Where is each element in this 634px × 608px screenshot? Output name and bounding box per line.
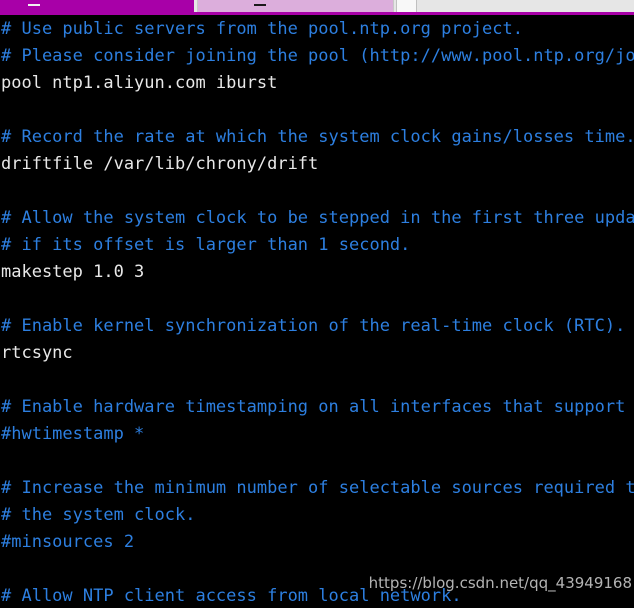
terminal-line: # Increase the minimum number of selecta… [1, 478, 634, 498]
terminal-line: # Enable hardware timestamping on all in… [1, 397, 634, 417]
terminal-line: # Use public servers from the pool.ntp.o… [1, 19, 523, 39]
terminal-line: #hwtimestamp * [1, 424, 145, 444]
terminal-line: # Record the rate at which the system cl… [1, 127, 634, 147]
terminal-line: # Allow the system clock to be stepped i… [1, 208, 634, 228]
terminal-line: #minsources 2 [1, 532, 135, 552]
terminal-line: driftfile /var/lib/chrony/drift [1, 154, 319, 174]
terminal-text-area[interactable]: # Use public servers from the pool.ntp.o… [0, 15, 634, 608]
tab-title-glyph-icon [254, 4, 266, 6]
terminal-line: # if its offset is larger than 1 second. [1, 235, 411, 255]
terminal-line: makestep 1.0 3 [1, 262, 145, 282]
terminal-line: pool ntp1.aliyun.com iburst [1, 73, 278, 93]
terminal-line-list: # Use public servers from the pool.ntp.o… [1, 16, 634, 608]
window-tab-bar [0, 0, 634, 12]
watermark-text: https://blog.csdn.net/qq_43949168 [368, 574, 632, 592]
terminal-line: rtcsync [1, 343, 73, 363]
new-tab-button[interactable] [396, 0, 417, 12]
terminal-tab-second[interactable] [197, 0, 394, 12]
terminal-line: # Enable kernel synchronization of the r… [1, 316, 626, 336]
terminal-tab-active[interactable] [0, 0, 194, 12]
terminal-line: # Please consider joining the pool (http… [1, 46, 634, 66]
terminal-line: # the system clock. [1, 505, 196, 525]
tab-title-glyph-icon [28, 4, 40, 6]
